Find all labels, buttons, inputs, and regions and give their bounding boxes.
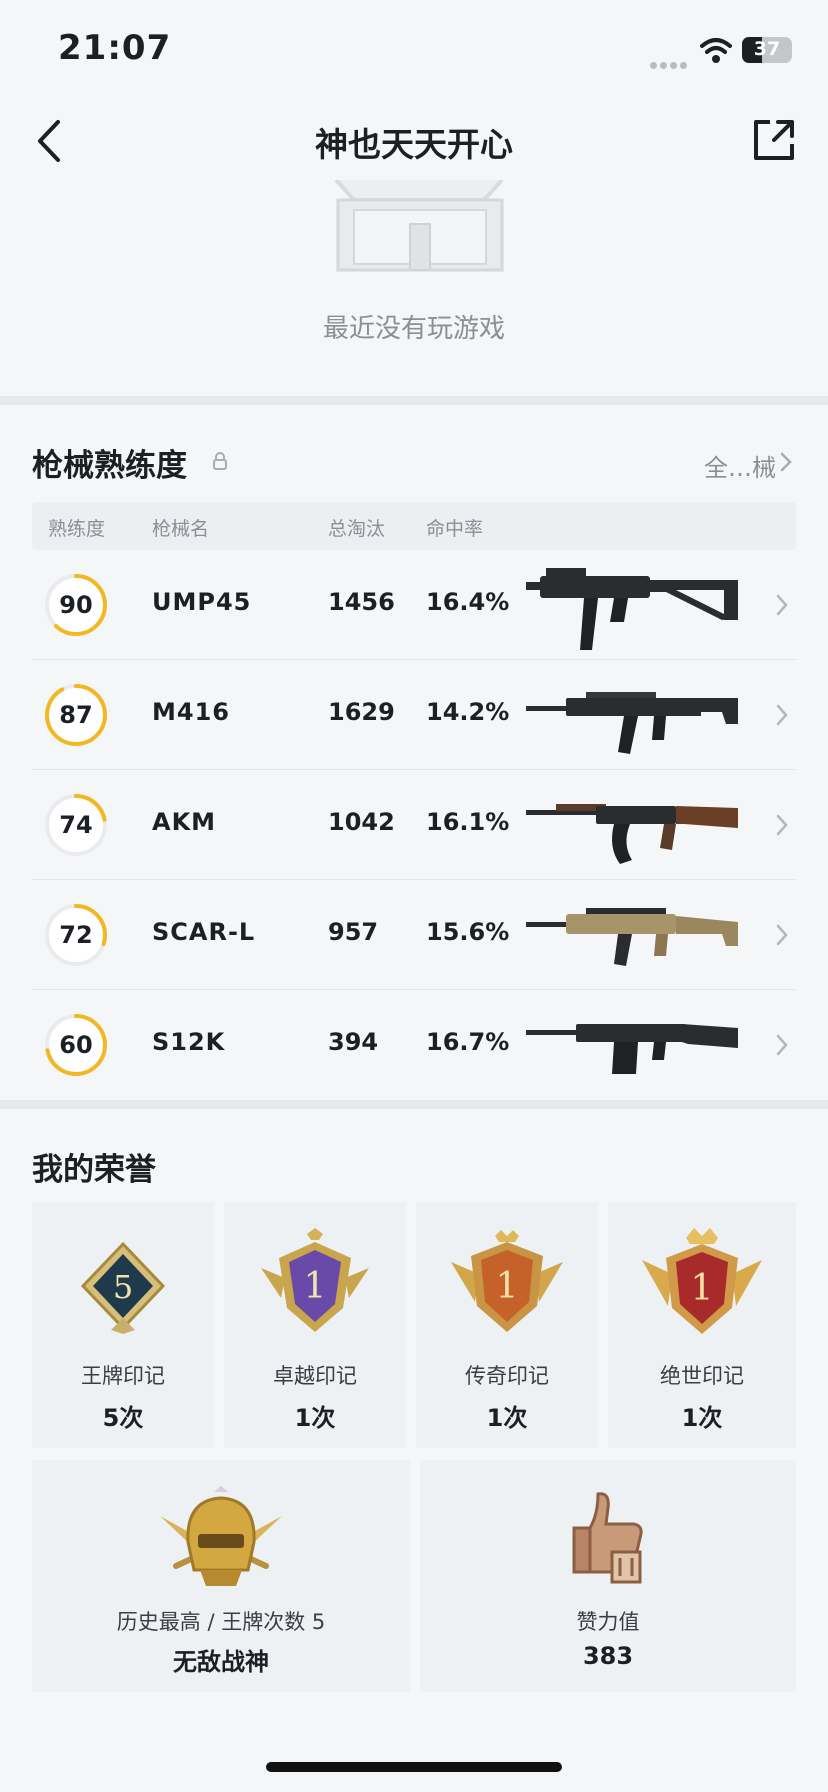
section-divider <box>0 1100 828 1109</box>
thumbs-up-icon <box>572 1492 643 1584</box>
weapon-name: UMP45 <box>152 588 252 616</box>
section-divider <box>0 396 828 405</box>
weapon-table-header: 熟练度 枪械名 总淘汰 命中率 <box>32 502 796 550</box>
weapon-accuracy: 16.1% <box>426 808 510 836</box>
header-accuracy: 命中率 <box>426 518 484 540</box>
honors-title: 我的荣誉 <box>32 1152 156 1188</box>
status-time: 21:07 <box>58 28 172 68</box>
excellence-badge-icon: 1 <box>261 1228 369 1332</box>
weapon-row-akm[interactable]: 74 AKM 1042 16.1% <box>32 770 796 880</box>
likes-value: 383 <box>582 1642 634 1670</box>
highest-rank-label: 历史最高 / 王牌次数 5 <box>116 1610 326 1634</box>
honor-count: 1次 <box>294 1404 336 1432</box>
badge-number: 1 <box>691 1268 714 1309</box>
m416-image <box>526 692 738 754</box>
share-icon[interactable] <box>750 116 798 164</box>
weapon-accuracy: 16.7% <box>426 1028 510 1056</box>
nav-bar: 神也天天开心 <box>0 96 828 186</box>
chevron-right-icon[interactable] <box>774 1032 790 1058</box>
header-kills: 总淘汰 <box>328 518 386 540</box>
cellular-signal-icon <box>650 54 690 69</box>
proficiency-value: 60 <box>59 1031 93 1059</box>
ump45-image <box>526 568 738 650</box>
weapon-row-s12k[interactable]: 60 S12K 394 16.7% <box>32 990 796 1100</box>
weapon-kills: 957 <box>328 918 379 946</box>
scar-l-image <box>526 908 738 966</box>
honor-label: 绝世印记 <box>660 1364 744 1388</box>
lock-icon[interactable] <box>212 452 228 470</box>
battery-icon: 37 <box>742 37 792 63</box>
honor-card-peerless[interactable]: 1 绝世印记 1次 <box>608 1202 796 1448</box>
battery-level: 37 <box>753 38 781 60</box>
all-weapons-link[interactable]: 全…械 <box>704 448 776 483</box>
conqueror-helmet-icon <box>160 1486 282 1586</box>
honor-count: 1次 <box>486 1404 528 1432</box>
chevron-right-icon[interactable] <box>774 922 790 948</box>
weapon-kills: 394 <box>328 1028 379 1056</box>
empty-box-icon <box>334 180 504 272</box>
weapon-name: S12K <box>152 1028 226 1056</box>
chevron-right-icon[interactable] <box>778 450 794 474</box>
badge-number: 5 <box>113 1268 133 1306</box>
chevron-right-icon[interactable] <box>774 702 790 728</box>
recent-games-section: 最近没有玩游戏 <box>0 180 828 396</box>
honor-card-legend[interactable]: 1 传奇印记 1次 <box>416 1202 598 1448</box>
honor-card-ace[interactable]: 5 王牌印记 5次 <box>32 1202 214 1448</box>
honor-label: 传奇印记 <box>465 1364 549 1388</box>
weapon-row-scar-l[interactable]: 72 SCAR-L 957 15.6% <box>32 880 796 990</box>
weapon-name: M416 <box>152 698 230 726</box>
weapon-name: SCAR-L <box>152 918 256 946</box>
weapon-row-m416[interactable]: 87 M416 1629 14.2% <box>32 660 796 770</box>
highest-rank-card[interactable]: 历史最高 / 王牌次数 5 无敌战神 <box>32 1460 410 1692</box>
weapon-kills: 1042 <box>328 808 395 836</box>
honor-count: 1次 <box>681 1404 723 1432</box>
status-bar: 21:07 37 <box>0 0 828 96</box>
likes-card[interactable]: 赞力值 383 <box>420 1460 796 1692</box>
weapon-accuracy: 16.4% <box>426 588 510 616</box>
weapon-accuracy: 14.2% <box>426 698 510 726</box>
ace-badge-icon: 5 <box>80 1241 166 1334</box>
proficiency-value: 74 <box>59 811 93 839</box>
weapon-row-ump45[interactable]: 90 UMP45 1456 16.4% <box>32 550 796 660</box>
weapon-name: AKM <box>152 808 217 836</box>
honor-label: 卓越印记 <box>273 1364 357 1388</box>
s12k-image <box>526 1024 738 1074</box>
weapon-kills: 1629 <box>328 698 395 726</box>
page-title: 神也天天开心 <box>315 125 513 164</box>
chevron-right-icon[interactable] <box>774 812 790 838</box>
header-proficiency: 熟练度 <box>48 518 106 540</box>
proficiency-value: 87 <box>59 701 93 729</box>
badge-number: 1 <box>304 1266 327 1307</box>
proficiency-value: 72 <box>59 921 93 949</box>
honor-label: 王牌印记 <box>81 1364 165 1388</box>
weapon-accuracy: 15.6% <box>426 918 510 946</box>
likes-label: 赞力值 <box>576 1610 640 1634</box>
legend-badge-icon: 1 <box>451 1230 563 1332</box>
proficiency-value: 90 <box>59 591 93 619</box>
chevron-right-icon[interactable] <box>774 592 790 618</box>
peerless-badge-icon: 1 <box>642 1228 762 1334</box>
empty-recent-text: 最近没有玩游戏 <box>322 314 505 344</box>
home-indicator[interactable] <box>266 1762 562 1772</box>
honor-count: 5次 <box>102 1404 144 1432</box>
weapon-proficiency-title: 枪械熟练度 <box>32 448 187 484</box>
highest-rank-value: 无敌战神 <box>173 1648 269 1676</box>
wifi-icon <box>700 38 732 63</box>
honor-card-excellence[interactable]: 1 卓越印记 1次 <box>224 1202 406 1448</box>
weapon-kills: 1456 <box>328 588 395 616</box>
akm-image <box>526 804 738 864</box>
header-weapon-name: 枪械名 <box>152 518 210 540</box>
badge-number: 1 <box>496 1266 519 1307</box>
